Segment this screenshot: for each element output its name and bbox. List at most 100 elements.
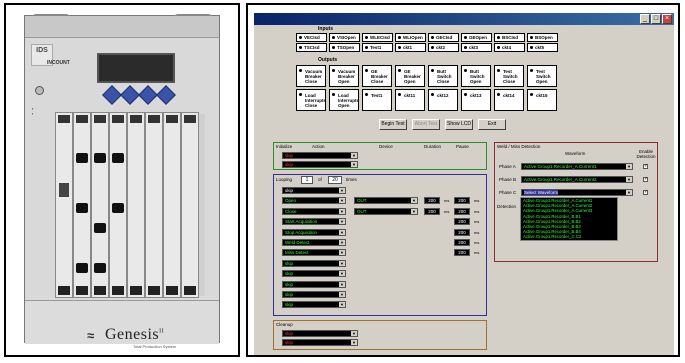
cleanup-action-select-2[interactable]: skip ▼	[282, 339, 358, 346]
window-client-area: Inputs VECIsd VSIOpen WLECIsd WLIOpen GECIsd…	[254, 25, 674, 355]
loop-action-select[interactable]: skip ▼	[282, 291, 346, 298]
output-button-5[interactable]: Butt Switch Close	[428, 65, 458, 87]
exit-button[interactable]: Exit	[478, 119, 506, 130]
loop-action-select[interactable]: skip ▼	[282, 259, 346, 267]
input-indicator-tsopen[interactable]: TSOpen	[329, 43, 360, 52]
phase-waveform-select[interactable]: Select Waveform ▼	[521, 189, 633, 196]
output-button-1[interactable]: Load Interrupter Close	[296, 89, 326, 111]
input-indicator-bscisd[interactable]: BSCIsd	[494, 33, 525, 42]
duration-unit: ms	[444, 198, 450, 204]
loop-action-select[interactable]: Miss Detect ▼	[282, 249, 346, 257]
input-indicator-ckt2[interactable]: ckt2	[428, 43, 459, 52]
pause-header: Pause	[456, 144, 469, 149]
chevron-down-icon: ▼	[339, 302, 345, 308]
loop-action-select[interactable]: Start Acquisition ▼	[282, 218, 346, 226]
loop-pause-field[interactable]: 200	[454, 218, 470, 226]
loop-action-select[interactable]: Stop Acquisition ▼	[282, 228, 346, 236]
output-button-3[interactable]: GE Breaker Close	[362, 65, 392, 87]
enable-detection-checkbox[interactable]: ✓	[643, 164, 648, 169]
output-button-4[interactable]: ckt11	[395, 89, 425, 111]
loop-action-select[interactable]: Close ▼	[282, 207, 346, 215]
loop-pause-field[interactable]: 200	[454, 239, 470, 246]
duration-header: Duration	[424, 144, 442, 149]
output-button-5[interactable]: ckt12	[428, 89, 458, 111]
enable-detection-checkbox[interactable]: ✓	[643, 190, 648, 195]
phase-waveform-select[interactable]: Active.Group1.Recorder_A.Current2 ▼	[521, 176, 633, 183]
module-slot-7	[163, 112, 181, 298]
output-button-6[interactable]: ckt13	[461, 89, 491, 111]
loop-action-select[interactable]: skip ▼	[282, 301, 346, 309]
loop-pause-field[interactable]: 200	[454, 207, 470, 215]
output-button-7[interactable]: ckt14	[494, 89, 524, 111]
loop-duration-field[interactable]: 200	[424, 197, 440, 205]
loop-action-select[interactable]: Weld Detect ▼	[282, 239, 346, 246]
input-indicator-tscisd[interactable]: TSCIsd	[296, 43, 327, 52]
module-slot-2	[73, 112, 91, 298]
input-indicator-geopen[interactable]: GEOpen	[461, 33, 492, 42]
output-button-6[interactable]: Butt Switch Open	[461, 65, 491, 87]
loop-pause-field[interactable]: 200	[454, 249, 470, 257]
pause-unit: ms	[474, 208, 480, 214]
loop-action-value: skip	[285, 188, 294, 193]
loop-action-value: skip	[285, 260, 294, 266]
indicator-dot-icon	[530, 36, 533, 40]
enable-detection-checkbox[interactable]: ✓	[643, 177, 648, 182]
show-lcd-button[interactable]: Show LCD	[445, 119, 473, 130]
input-indicator-ckt5[interactable]: ckt5	[527, 43, 558, 52]
input-indicator-ckt4[interactable]: ckt4	[494, 43, 525, 52]
output-button-4[interactable]: GE Breaker Open	[395, 65, 425, 87]
output-button-8[interactable]: ckt15	[527, 89, 557, 111]
input-indicator-ckt1[interactable]: ckt1	[395, 43, 426, 52]
loop-action-value: skip	[285, 281, 294, 287]
enable-detection-header: Enable Detection	[636, 149, 656, 159]
loop-pause-field[interactable]: 200	[454, 228, 470, 236]
phase-waveform-select[interactable]: Active.Group1.Recorder_A.Current1 ▼	[521, 163, 633, 170]
output-button-2[interactable]: Vacuum Breaker Open	[329, 65, 359, 87]
loop-pause-field[interactable]: 200	[454, 197, 470, 205]
abort-test-button[interactable]: Abort Test	[412, 119, 440, 130]
genesis-brand: GenesisII	[105, 326, 165, 343]
loop-duration-field[interactable]: 200	[424, 207, 440, 215]
loop-current-field[interactable]: 1	[301, 176, 313, 184]
output-label: Vacuum Breaker Close	[305, 69, 323, 84]
loop-total-field[interactable]: 20	[328, 176, 342, 184]
input-indicator-wlecisd[interactable]: WLECIsd	[362, 33, 393, 42]
output-dot-icon	[431, 69, 434, 73]
maximize-button[interactable]: □	[651, 14, 661, 24]
input-indicator-bsopen[interactable]: BSOpen	[527, 33, 558, 42]
loop-action-select[interactable]: Open ▼	[282, 197, 346, 205]
waveform-dropdown-list[interactable]: Active.Group1.Recorder_A.Current1 Active.…	[520, 197, 618, 241]
indicator-dot-icon	[332, 36, 335, 40]
pause-unit: ms	[474, 219, 480, 225]
dropdown-option[interactable]: Active.Group1.Recorder_C.C2	[521, 234, 617, 239]
indicator-dot-icon	[398, 46, 401, 50]
loop-device-select[interactable]: OUT ▼	[354, 207, 418, 215]
close-button[interactable]: ×	[662, 14, 672, 24]
cleanup-action-select-1[interactable]: skip ▼	[282, 330, 358, 337]
input-indicator-gecisd[interactable]: GECIsd	[428, 33, 459, 42]
input-indicator-wliopen[interactable]: WLIOpen	[395, 33, 426, 42]
output-button-8[interactable]: Test Switch Open	[527, 65, 557, 87]
loop-device-value: OUT	[357, 198, 367, 204]
input-indicator-test1[interactable]: Test1	[362, 43, 393, 52]
loop-action-select[interactable]: skip ▼	[282, 187, 346, 194]
output-button-1[interactable]: Vacuum Breaker Close	[296, 65, 326, 87]
output-button-3[interactable]: Test1	[362, 89, 392, 111]
loop-action-select[interactable]: skip ▼	[282, 280, 346, 288]
minimize-button[interactable]: _	[640, 14, 650, 24]
begin-test-button[interactable]: Begin Test	[379, 119, 407, 130]
output-label: Test Switch Close	[503, 69, 518, 84]
initialize-action-select-2[interactable]: skip ▼	[282, 161, 358, 168]
loop-action-select[interactable]: skip ▼	[282, 270, 346, 278]
output-dot-icon	[464, 93, 467, 97]
input-indicator-ckt3[interactable]: ckt3	[461, 43, 492, 52]
input-label: TSOpen	[337, 45, 355, 50]
input-indicator-vecisd[interactable]: VECIsd	[296, 33, 327, 42]
input-indicator-vsiopen[interactable]: VSIOpen	[329, 33, 360, 42]
loop-device-select[interactable]: OUT ▼	[354, 197, 418, 205]
indicator-dot-icon	[464, 36, 467, 40]
output-button-2[interactable]: Load Interrupter Open	[329, 89, 359, 111]
output-button-7[interactable]: Test Switch Close	[494, 65, 524, 87]
initialize-action-select-1[interactable]: skip ▼	[282, 152, 358, 159]
output-label: Butt Switch Close	[437, 69, 452, 84]
